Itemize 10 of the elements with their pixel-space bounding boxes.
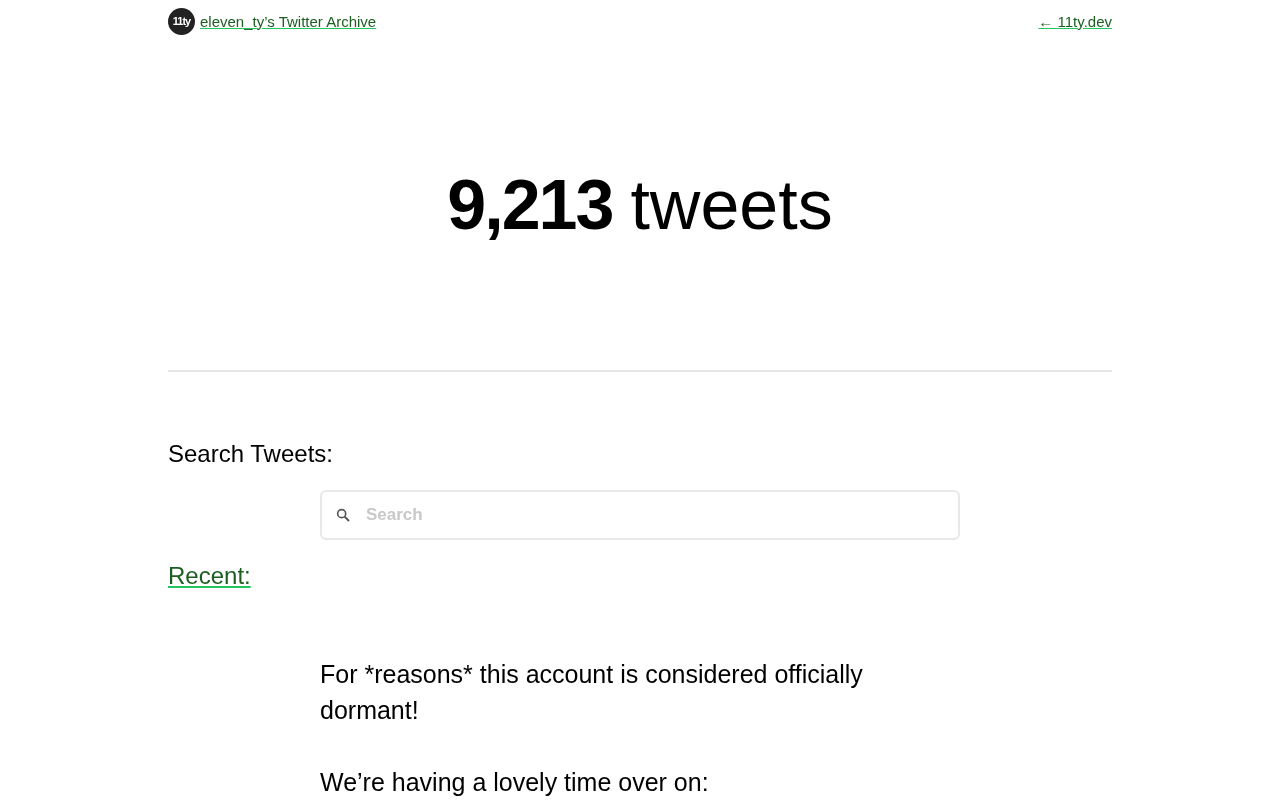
tweet-count-unit: tweets (630, 170, 833, 240)
logo: 11ty (168, 7, 195, 35)
recent-link[interactable]: Recent: (168, 562, 251, 589)
search-label: Search Tweets: (168, 440, 333, 468)
search-icon (335, 507, 351, 523)
archive-title-link[interactable]: eleven_ty’s Twitter Archive (200, 12, 377, 30)
tweet-text: We’re having a lovely time over on: (320, 767, 710, 798)
tweet-text: For *reasons* this account is considered officially dormant! (320, 659, 864, 726)
tweet-count: 9,213 (447, 170, 613, 240)
home-link[interactable]: ← 11ty.dev (1038, 12, 1112, 30)
